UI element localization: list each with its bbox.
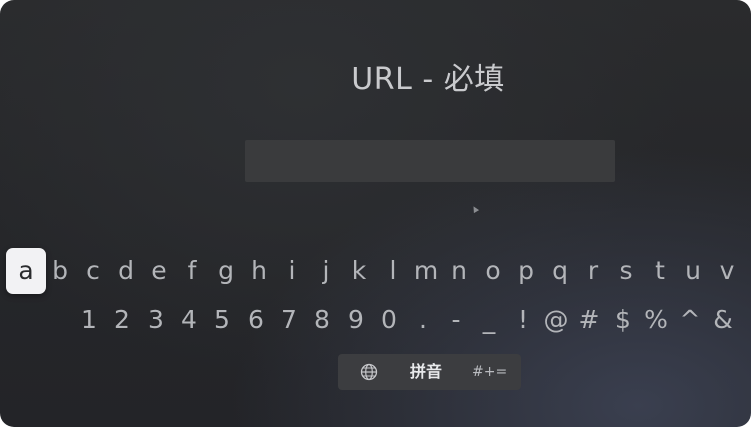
key-r[interactable]: r xyxy=(582,248,604,294)
key-1[interactable]: 1 xyxy=(78,300,100,340)
key-dollar[interactable]: $ xyxy=(612,300,634,340)
key-s[interactable]: s xyxy=(615,248,637,294)
key-m[interactable]: m xyxy=(414,248,438,294)
key-9[interactable]: 9 xyxy=(345,300,367,340)
page-title: URL - 必填 xyxy=(351,62,505,97)
key-period[interactable]: . xyxy=(412,300,434,340)
more-symbols-button[interactable]: #+= xyxy=(472,354,507,390)
key-u[interactable]: u xyxy=(682,248,704,294)
globe-icon[interactable] xyxy=(360,363,378,381)
keyboard-mode-bar: 拼音 #+= xyxy=(338,354,521,390)
letter-key-row: a b c d e f g h i j k l m n o p q r s t … xyxy=(0,248,751,294)
key-at[interactable]: @ xyxy=(544,300,569,340)
url-input[interactable] xyxy=(245,140,615,182)
key-7[interactable]: 7 xyxy=(278,300,300,340)
key-a[interactable]: a xyxy=(6,248,46,294)
key-hash[interactable]: # xyxy=(578,300,600,340)
pinyin-input-mode-button[interactable]: 拼音 xyxy=(410,354,442,390)
key-v[interactable]: v xyxy=(716,248,738,294)
key-f[interactable]: f xyxy=(181,248,203,294)
key-d[interactable]: d xyxy=(115,248,137,294)
key-t[interactable]: t xyxy=(649,248,671,294)
key-ampersand[interactable]: & xyxy=(712,300,734,340)
key-c[interactable]: c xyxy=(82,248,104,294)
key-p[interactable]: p xyxy=(515,248,537,294)
key-h[interactable]: h xyxy=(248,248,270,294)
pointer-cursor-icon xyxy=(470,204,480,214)
key-j[interactable]: j xyxy=(315,248,337,294)
key-6[interactable]: 6 xyxy=(245,300,267,340)
key-hyphen[interactable]: - xyxy=(445,300,467,340)
key-b[interactable]: b xyxy=(49,248,71,294)
key-o[interactable]: o xyxy=(482,248,504,294)
key-2[interactable]: 2 xyxy=(111,300,133,340)
tv-keyboard-screen: URL - 必填 a b c d e f g h i j k l m n o p… xyxy=(0,0,751,427)
key-k[interactable]: k xyxy=(348,248,370,294)
key-i[interactable]: i xyxy=(281,248,303,294)
key-exclamation[interactable]: ! xyxy=(512,300,534,340)
key-5[interactable]: 5 xyxy=(211,300,233,340)
key-q[interactable]: q xyxy=(549,248,571,294)
key-0[interactable]: 0 xyxy=(378,300,400,340)
key-4[interactable]: 4 xyxy=(178,300,200,340)
key-underscore[interactable]: _ xyxy=(478,300,500,340)
key-g[interactable]: g xyxy=(215,248,237,294)
number-symbol-key-row: 1 2 3 4 5 6 7 8 9 0 . - _ ! @ # $ % ^ & xyxy=(0,300,751,340)
key-3[interactable]: 3 xyxy=(145,300,167,340)
key-caret[interactable]: ^ xyxy=(679,300,701,340)
key-n[interactable]: n xyxy=(448,248,470,294)
key-percent[interactable]: % xyxy=(644,300,668,340)
key-8[interactable]: 8 xyxy=(311,300,333,340)
key-l[interactable]: l xyxy=(382,248,404,294)
key-e[interactable]: e xyxy=(148,248,170,294)
